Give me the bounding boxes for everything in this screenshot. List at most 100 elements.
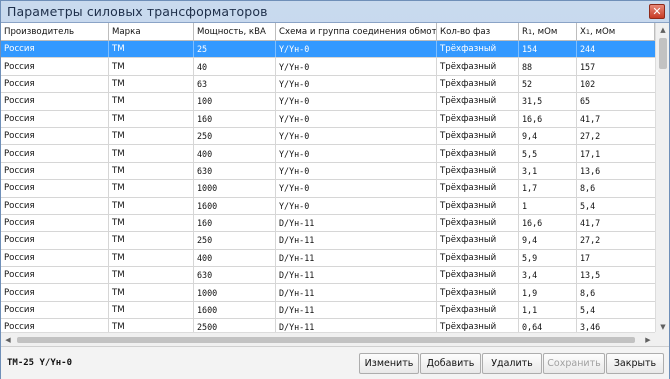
scroll-up-arrow-icon[interactable]: ▲ [656, 23, 669, 36]
table-row[interactable]: Россия ТМ 63 Y/Yн-0 Трёхфазный 52 102 [1, 75, 655, 94]
cell-winding-scheme: Y/Yн-0 [276, 110, 437, 127]
cell-manufacturer: Россия [1, 284, 109, 301]
window-close-button[interactable]: ✕ [649, 4, 665, 19]
cell-phase-count: Трёхфазный [437, 267, 519, 284]
cell-r1: 1,7 [519, 180, 577, 197]
column-header-winding-scheme[interactable]: Схема и группа соединения обмоток [276, 23, 437, 40]
table-row[interactable]: Россия ТМ 630 D/Yн-11 Трёхфазный 3,4 13,5 [1, 267, 655, 285]
cell-r1: 9,4 [519, 127, 577, 145]
cell-phase-count: Трёхфазный [437, 180, 519, 197]
cell-brand: ТМ [109, 249, 194, 267]
cell-x1: 13,6 [580, 165, 601, 176]
cell-x1: 17 [580, 252, 591, 263]
cell-phase-count: Трёхфазный [437, 93, 519, 110]
edit-button[interactable]: Изменить [359, 353, 419, 374]
table-row[interactable]: Россия ТМ 630 Y/Yн-0 Трёхфазный 3,1 13,6 [1, 162, 655, 181]
scrollbar-corner [655, 332, 669, 346]
cell-manufacturer: Россия [1, 145, 109, 162]
cell-power: 1000 [194, 284, 276, 301]
cell-r1: 3,4 [519, 267, 577, 284]
column-header-manufacturer[interactable]: Производитель [1, 23, 109, 40]
cell-manufacturer: Россия [1, 197, 109, 214]
cell-manufacturer: Россия [1, 127, 109, 145]
cell-winding-scheme: D/Yн-11 [276, 214, 437, 232]
horizontal-scroll-thumb[interactable] [17, 337, 635, 343]
table-row[interactable]: Россия ТМ 250 Y/Yн-0 Трёхфазный 9,4 27,2 [1, 127, 655, 146]
delete-button[interactable]: Удалить [482, 353, 542, 374]
cell-r1: 31,5 [519, 93, 577, 110]
cell-winding-scheme: D/Yн-11 [276, 284, 437, 301]
cell-brand: ТМ [109, 145, 194, 162]
cell-winding-scheme: Y/Yн-0 [276, 75, 437, 93]
table-grid: Производитель Марка Мощность, кВА Схема … [1, 23, 655, 337]
title-bar[interactable]: Параметры силовых трансформаторов ✕ [1, 1, 669, 22]
table-row[interactable]: Россия ТМ 1600 D/Yн-11 Трёхфазный 1,1 5,4 [1, 301, 655, 320]
cell-brand: ТМ [109, 58, 194, 75]
column-header-phase-count[interactable]: Кол-во фаз [437, 23, 519, 40]
cell-winding-scheme: D/Yн-11 [276, 249, 437, 267]
table-row[interactable]: Россия ТМ 1000 D/Yн-11 Трёхфазный 1,9 8,6 [1, 284, 655, 302]
cell-r1: 16,6 [519, 110, 577, 127]
cell-winding-scheme: Y/Yн-0 [276, 197, 437, 214]
cell-winding-scheme: D/Yн-11 [276, 267, 437, 284]
cell-phase-count: Трёхфазный [437, 232, 519, 249]
cell-winding-scheme: D/Yн-11 [276, 301, 437, 319]
table-row[interactable]: Россия ТМ 400 D/Yн-11 Трёхфазный 5,9 17 [1, 249, 655, 268]
scroll-right-arrow-icon[interactable]: ▶ [641, 333, 655, 346]
cell-brand: ТМ [109, 232, 194, 249]
cell-power: 25 [194, 41, 276, 58]
cell-r1: 154 [519, 41, 577, 58]
cell-r1: 9,4 [519, 232, 577, 249]
scroll-left-arrow-icon[interactable]: ◀ [1, 333, 15, 346]
cell-phase-count: Трёхфазный [437, 249, 519, 267]
cell-power: 630 [194, 162, 276, 180]
cell-manufacturer: Россия [1, 58, 109, 75]
window-title: Параметры силовых трансформаторов [7, 4, 268, 19]
cell-power: 1600 [194, 197, 276, 214]
cell-phase-count: Трёхфазный [437, 110, 519, 127]
table-row[interactable]: Россия ТМ 160 D/Yн-11 Трёхфазный 16,6 41,7 [1, 214, 655, 233]
table-row[interactable]: Россия ТМ 25 Y/Yн-0 Трёхфазный 154 244 [1, 41, 655, 59]
column-header-brand[interactable]: Марка [109, 23, 194, 40]
table-row[interactable]: Россия ТМ 1000 Y/Yн-0 Трёхфазный 1,7 8,6 [1, 180, 655, 198]
column-header-r1[interactable]: R1, мОм [519, 23, 577, 40]
cell-phase-count: Трёхфазный [437, 145, 519, 162]
vertical-scroll-thumb[interactable] [659, 38, 667, 69]
column-header-x1[interactable]: X1, мОм [577, 23, 655, 40]
cell-r1: 16,6 [519, 214, 577, 232]
add-button[interactable]: Добавить [420, 353, 481, 374]
close-icon: ✕ [652, 5, 662, 18]
table-row[interactable]: Россия ТМ 1600 Y/Yн-0 Трёхфазный 1 5,4 [1, 197, 655, 215]
cell-phase-count: Трёхфазный [437, 41, 519, 58]
vertical-scrollbar[interactable]: ▲ ▼ [655, 23, 669, 333]
cell-winding-scheme: Y/Yн-0 [276, 127, 437, 145]
table-row[interactable]: Россия ТМ 100 Y/Yн-0 Трёхфазный 31,5 65 [1, 93, 655, 111]
table-row[interactable]: Россия ТМ 250 D/Yн-11 Трёхфазный 9,4 27,2 [1, 232, 655, 250]
cell-r1: 1 [519, 197, 577, 214]
close-button[interactable]: Закрыть [606, 353, 664, 374]
cell-manufacturer: Россия [1, 180, 109, 197]
cell-r1: 3,1 [519, 162, 577, 180]
cell-power: 630 [194, 267, 276, 284]
save-button[interactable]: Сохранить [543, 353, 605, 374]
cell-power: 160 [194, 214, 276, 232]
horizontal-scrollbar[interactable]: ◀ ▶ [1, 332, 655, 346]
column-header-power[interactable]: Мощность, кВА [194, 23, 276, 40]
cell-x1: 65 [580, 96, 591, 107]
table-body: Россия ТМ 25 Y/Yн-0 Трёхфазный 154 244 Россия ТМ… [1, 41, 655, 337]
cell-r1: 52 [519, 75, 577, 93]
cell-manufacturer: Россия [1, 232, 109, 249]
cell-phase-count: Трёхфазный [437, 75, 519, 93]
cell-r1: 88 [519, 58, 577, 75]
cell-brand: ТМ [109, 162, 194, 180]
cell-manufacturer: Россия [1, 41, 109, 58]
table-row[interactable]: Россия ТМ 40 Y/Yн-0 Трёхфазный 88 157 [1, 58, 655, 76]
cell-power: 250 [194, 127, 276, 145]
cell-winding-scheme: D/Yн-11 [276, 232, 437, 249]
cell-x1: 102 [580, 78, 596, 89]
cell-r1: 1,1 [519, 301, 577, 319]
cell-x1: 13,5 [580, 270, 601, 281]
cell-brand: ТМ [109, 75, 194, 93]
table-row[interactable]: Россия ТМ 400 Y/Yн-0 Трёхфазный 5,5 17,1 [1, 145, 655, 163]
table-row[interactable]: Россия ТМ 160 Y/Yн-0 Трёхфазный 16,6 41,7 [1, 110, 655, 128]
